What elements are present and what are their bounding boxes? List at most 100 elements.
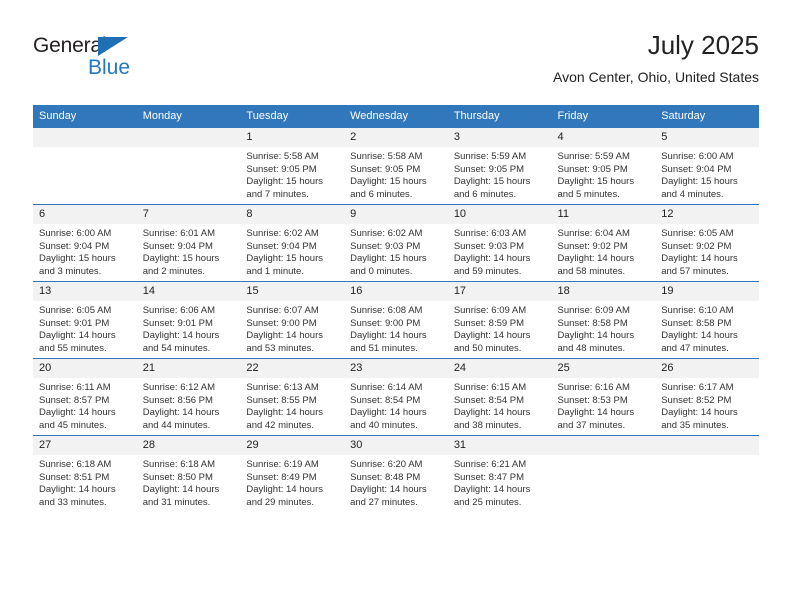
day-number: 8 xyxy=(240,205,345,224)
sunset-text: Sunset: 9:04 PM xyxy=(39,240,110,252)
calendar-day-cell[interactable]: 23 Sunrise: 6:14 AM Sunset: 8:54 PM Dayligh… xyxy=(344,358,448,436)
day-details: Sunrise: 6:05 AM Sunset: 9:02 PM Daylight:… xyxy=(655,224,759,278)
calendar-day-cell[interactable]: 26 Sunrise: 6:17 AM Sunset: 8:52 PM Dayligh… xyxy=(655,358,759,436)
sunrise-text: Sunrise: 6:02 AM xyxy=(350,228,423,239)
sunset-text: Sunset: 9:03 PM xyxy=(350,240,421,252)
daylight-text-line1: Daylight: 14 hours xyxy=(142,330,220,342)
daylight-text-line2: and 6 minutes. xyxy=(350,188,413,200)
brand-logo[interactable]: General Blue xyxy=(33,34,233,94)
calendar-body: 1 Sunrise: 5:58 AM Sunset: 9:05 PM Daylight… xyxy=(33,127,759,512)
weekday-header-sunday: Sunday xyxy=(33,105,137,128)
sunset-text: Sunset: 9:05 PM xyxy=(246,163,317,175)
calendar-day-cell[interactable]: 7 Sunrise: 6:01 AM Sunset: 9:04 PM Daylight… xyxy=(136,204,241,282)
day-details: Sunrise: 6:09 AM Sunset: 8:59 PM Daylight:… xyxy=(448,301,552,355)
calendar-day-cell[interactable]: 29 Sunrise: 6:19 AM Sunset: 8:49 PM Dayligh… xyxy=(240,435,345,512)
day-details: Sunrise: 6:05 AM Sunset: 9:01 PM Daylight:… xyxy=(33,301,137,355)
calendar-day-cell[interactable]: 6 Sunrise: 6:00 AM Sunset: 9:04 PM Daylight… xyxy=(33,204,137,282)
day-details: Sunrise: 6:18 AM Sunset: 8:51 PM Daylight:… xyxy=(33,455,137,509)
sunrise-text: Sunrise: 5:58 AM xyxy=(350,151,423,162)
daylight-text-line2: and 31 minutes. xyxy=(142,496,211,508)
sunset-text: Sunset: 8:48 PM xyxy=(350,471,421,483)
daylight-text-line1: Daylight: 14 hours xyxy=(39,484,116,496)
calendar-day-cell[interactable]: 31 Sunrise: 6:21 AM Sunset: 8:47 PM Dayligh… xyxy=(447,435,552,512)
weekday-header-friday: Friday xyxy=(551,105,656,128)
day-number xyxy=(136,128,241,147)
day-details: Sunrise: 6:02 AM Sunset: 9:03 PM Daylight:… xyxy=(344,224,448,278)
sunrise-text: Sunrise: 6:09 AM xyxy=(557,305,630,316)
calendar-day-cell[interactable]: 19 Sunrise: 6:10 AM Sunset: 8:58 PM Dayligh… xyxy=(655,281,759,359)
calendar-day-cell[interactable]: 21 Sunrise: 6:12 AM Sunset: 8:56 PM Dayligh… xyxy=(136,358,241,436)
calendar-day-cell[interactable]: 11 Sunrise: 6:04 AM Sunset: 9:02 PM Dayligh… xyxy=(551,204,656,282)
sunset-text: Sunset: 9:04 PM xyxy=(661,163,732,175)
calendar-day-cell[interactable]: 13 Sunrise: 6:05 AM Sunset: 9:01 PM Dayligh… xyxy=(33,281,137,359)
calendar-day-cell[interactable]: 15 Sunrise: 6:07 AM Sunset: 9:00 PM Dayligh… xyxy=(240,281,345,359)
sunrise-text: Sunrise: 6:00 AM xyxy=(661,151,734,162)
day-details: Sunrise: 6:01 AM Sunset: 9:04 PM Daylight:… xyxy=(137,224,241,278)
calendar-day-cell[interactable]: 12 Sunrise: 6:05 AM Sunset: 9:02 PM Dayligh… xyxy=(655,204,759,282)
sunset-text: Sunset: 8:49 PM xyxy=(246,471,317,483)
daylight-text-line1: Daylight: 14 hours xyxy=(142,407,220,419)
sunset-text: Sunset: 8:50 PM xyxy=(142,471,213,483)
calendar-day-cell[interactable]: 16 Sunrise: 6:08 AM Sunset: 9:00 PM Dayligh… xyxy=(344,281,448,359)
calendar-day-cell[interactable]: 14 Sunrise: 6:06 AM Sunset: 9:01 PM Dayligh… xyxy=(136,281,241,359)
day-number: 20 xyxy=(33,359,137,378)
sunset-text: Sunset: 9:05 PM xyxy=(557,163,628,175)
sunset-text: Sunset: 9:05 PM xyxy=(350,163,421,175)
day-details: Sunrise: 6:21 AM Sunset: 8:47 PM Daylight:… xyxy=(448,455,552,509)
daylight-text-line2: and 6 minutes. xyxy=(453,188,517,200)
daylight-text-line1: Daylight: 14 hours xyxy=(246,330,323,342)
daylight-text-line1: Daylight: 15 hours xyxy=(557,176,635,188)
calendar-day-cell[interactable]: 27 Sunrise: 6:18 AM Sunset: 8:51 PM Dayligh… xyxy=(33,435,137,512)
sunset-text: Sunset: 9:02 PM xyxy=(661,240,732,252)
calendar-day-cell[interactable]: 5 Sunrise: 6:00 AM Sunset: 9:04 PM Daylight… xyxy=(655,127,759,205)
sunrise-text: Sunrise: 6:17 AM xyxy=(661,382,734,393)
daylight-text-line2: and 45 minutes. xyxy=(39,419,107,431)
sunrise-text: Sunrise: 6:02 AM xyxy=(246,228,319,239)
daylight-text-line2: and 1 minute. xyxy=(246,265,304,277)
calendar-day-cell[interactable]: 4 Sunrise: 5:59 AM Sunset: 9:05 PM Daylight… xyxy=(551,127,656,205)
sunrise-text: Sunrise: 5:59 AM xyxy=(557,151,630,162)
calendar-day-cell[interactable]: 3 Sunrise: 5:59 AM Sunset: 9:05 PM Daylight… xyxy=(447,127,552,205)
sunrise-text: Sunrise: 6:12 AM xyxy=(142,382,216,393)
calendar-day-cell[interactable]: 10 Sunrise: 6:03 AM Sunset: 9:03 PM Dayligh… xyxy=(447,204,552,282)
daylight-text-line1: Daylight: 14 hours xyxy=(453,484,531,496)
daylight-text-line2: and 42 minutes. xyxy=(246,419,315,431)
calendar-day-cell[interactable]: 25 Sunrise: 6:16 AM Sunset: 8:53 PM Dayligh… xyxy=(551,358,656,436)
day-details: Sunrise: 6:11 AM Sunset: 8:57 PM Daylight:… xyxy=(33,378,137,432)
calendar-day-cell[interactable]: 28 Sunrise: 6:18 AM Sunset: 8:50 PM Dayligh… xyxy=(136,435,241,512)
sunrise-text: Sunrise: 6:07 AM xyxy=(246,305,319,316)
triangle-icon xyxy=(98,37,128,56)
calendar-day-cell[interactable]: 1 Sunrise: 5:58 AM Sunset: 9:05 PM Daylight… xyxy=(240,127,345,205)
sunrise-text: Sunrise: 6:13 AM xyxy=(246,382,319,393)
daylight-text-line1: Daylight: 14 hours xyxy=(557,330,635,342)
calendar-week-row: 27 Sunrise: 6:18 AM Sunset: 8:51 PM Dayligh… xyxy=(33,435,759,512)
calendar-day-cell[interactable]: 2 Sunrise: 5:58 AM Sunset: 9:05 PM Daylight… xyxy=(344,127,448,205)
sunrise-text: Sunrise: 6:11 AM xyxy=(39,382,111,393)
sunrise-text: Sunrise: 6:08 AM xyxy=(350,305,423,316)
day-details: Sunrise: 6:17 AM Sunset: 8:52 PM Daylight:… xyxy=(655,378,759,432)
calendar-week-row: 20 Sunrise: 6:11 AM Sunset: 8:57 PM Dayligh… xyxy=(33,358,759,436)
day-number xyxy=(655,436,759,455)
day-number: 24 xyxy=(447,359,552,378)
daylight-text-line2: and 50 minutes. xyxy=(453,342,522,354)
daylight-text-line1: Daylight: 15 hours xyxy=(246,176,323,188)
calendar-day-cell[interactable]: 20 Sunrise: 6:11 AM Sunset: 8:57 PM Dayligh… xyxy=(33,358,137,436)
daylight-text-line1: Daylight: 15 hours xyxy=(142,253,220,265)
calendar-day-cell[interactable]: 24 Sunrise: 6:15 AM Sunset: 8:54 PM Dayligh… xyxy=(447,358,552,436)
daylight-text-line1: Daylight: 14 hours xyxy=(350,484,427,496)
calendar-day-cell[interactable]: 30 Sunrise: 6:20 AM Sunset: 8:48 PM Dayligh… xyxy=(344,435,448,512)
calendar-day-cell[interactable]: 8 Sunrise: 6:02 AM Sunset: 9:04 PM Daylight… xyxy=(240,204,345,282)
day-details: Sunrise: 5:59 AM Sunset: 9:05 PM Daylight:… xyxy=(552,147,656,201)
daylight-text-line2: and 29 minutes. xyxy=(246,496,315,508)
day-number: 13 xyxy=(33,282,137,301)
calendar-day-cell[interactable]: 18 Sunrise: 6:09 AM Sunset: 8:58 PM Dayligh… xyxy=(551,281,656,359)
daylight-text-line1: Daylight: 15 hours xyxy=(661,176,738,188)
calendar-day-cell[interactable]: 22 Sunrise: 6:13 AM Sunset: 8:55 PM Dayligh… xyxy=(240,358,345,436)
sunset-text: Sunset: 9:00 PM xyxy=(350,317,421,329)
calendar-day-cell[interactable]: 17 Sunrise: 6:09 AM Sunset: 8:59 PM Dayligh… xyxy=(447,281,552,359)
day-number: 27 xyxy=(33,436,137,455)
sunset-text: Sunset: 8:58 PM xyxy=(557,317,628,329)
day-number: 23 xyxy=(344,359,448,378)
calendar-day-cell[interactable]: 9 Sunrise: 6:02 AM Sunset: 9:03 PM Daylight… xyxy=(344,204,448,282)
day-number: 31 xyxy=(447,436,552,455)
